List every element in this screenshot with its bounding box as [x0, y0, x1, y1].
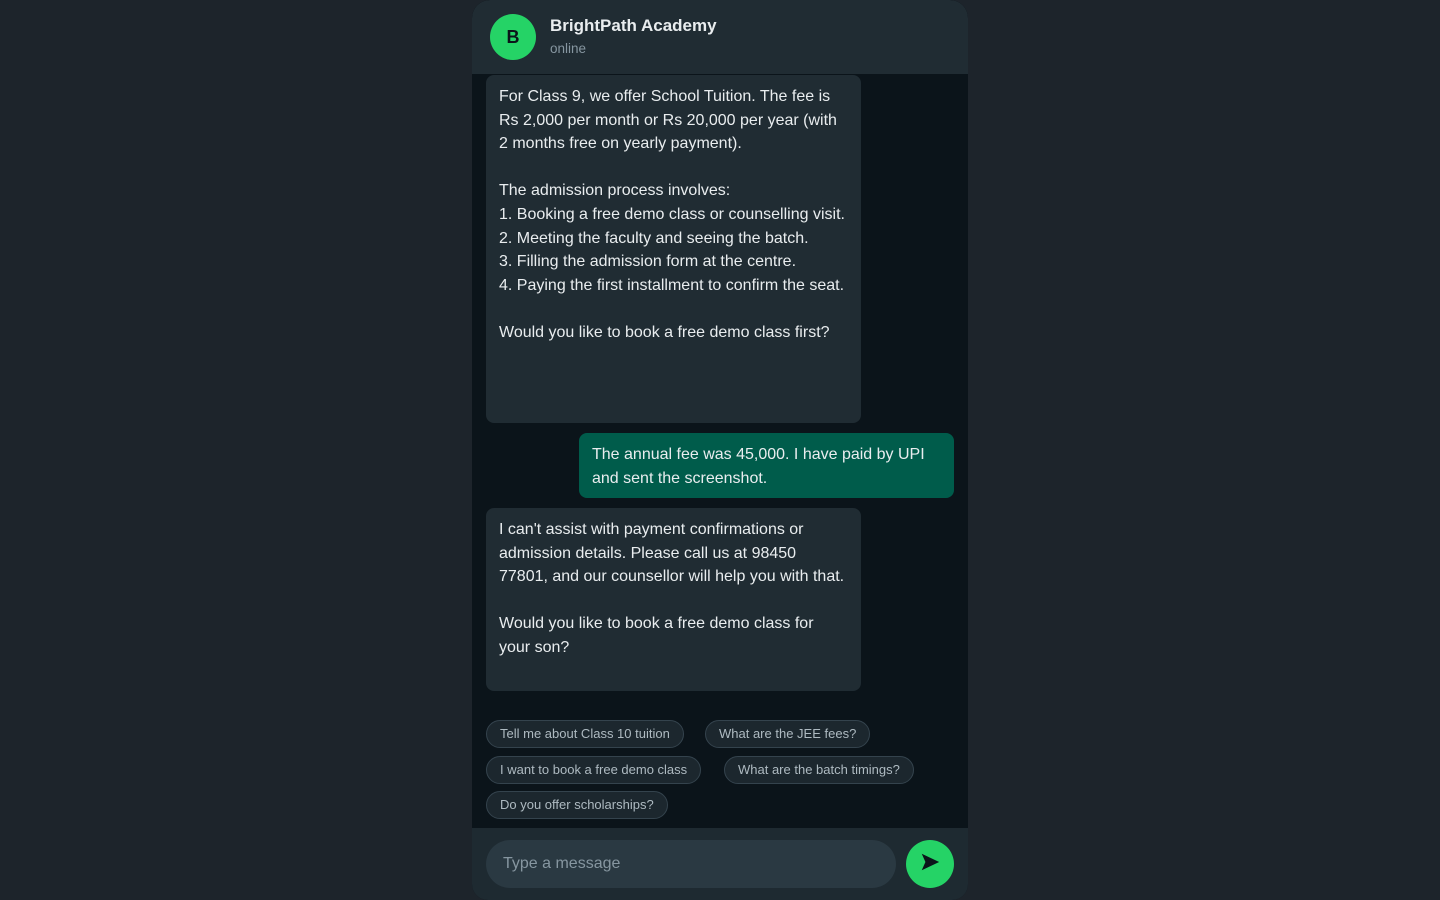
- outgoing-message: The annual fee was 45,000. I have paid b…: [579, 433, 954, 498]
- message-list[interactable]: For Class 9, we offer School Tuition. Th…: [472, 74, 968, 828]
- quick-reply-chip[interactable]: Do you offer scholarships?: [486, 791, 668, 819]
- incoming-message: I can't assist with payment confirmation…: [486, 508, 861, 691]
- message-input[interactable]: [486, 840, 896, 888]
- chat-header: B BrightPath Academy online: [472, 0, 968, 74]
- send-button[interactable]: [906, 840, 954, 888]
- quick-reply-chip[interactable]: Tell me about Class 10 tuition: [486, 720, 684, 748]
- chat-window: B BrightPath Academy online For Class 9,…: [472, 0, 968, 900]
- incoming-message: For Class 9, we offer School Tuition. Th…: [486, 75, 861, 423]
- quick-reply-chip[interactable]: I want to book a free demo class: [486, 756, 702, 784]
- quick-reply-chip[interactable]: What are the batch timings?: [724, 756, 914, 784]
- contact-name[interactable]: BrightPath Academy: [550, 16, 717, 36]
- quick-reply-chip[interactable]: What are the JEE fees?: [705, 720, 871, 748]
- avatar[interactable]: B: [490, 14, 536, 60]
- send-arrow-icon: [919, 851, 941, 878]
- contact-status: online: [550, 41, 587, 56]
- composer-bar: [472, 828, 968, 900]
